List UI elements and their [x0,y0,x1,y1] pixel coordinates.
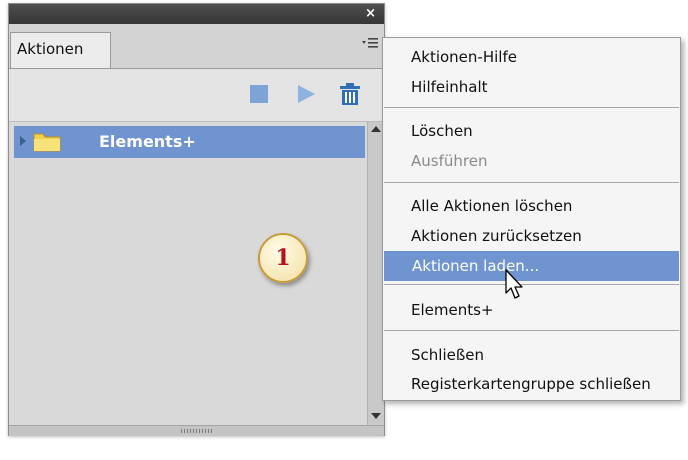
list-item-label: Elements+ [99,132,196,151]
resize-grip-icon[interactable] [181,429,213,433]
menu-item-elements-plus[interactable]: Elements+ [383,295,680,325]
menu-item-registerkartengruppe-schliessen[interactable]: Registerkartengruppe schließen [383,369,680,399]
panel-flyout-menu: Aktionen-Hilfe Hilfeinhalt Löschen Ausfü… [382,37,681,401]
panel-toolbar [9,69,384,122]
menu-item-schliessen[interactable]: Schließen [383,340,680,370]
folder-icon [33,133,61,152]
menu-separator [384,330,679,331]
mouse-cursor-icon [505,269,523,299]
tab-label: Aktionen [17,40,84,58]
tab-aktionen[interactable]: Aktionen [10,32,111,68]
menu-separator [384,284,679,285]
panel-tab-bar: Aktionen [9,24,384,69]
actions-list: Elements+ [9,122,367,425]
expand-arrow-icon[interactable] [20,136,26,146]
menu-item-alle-aktionen-loeschen[interactable]: Alle Aktionen löschen [383,191,680,221]
menu-separator [384,182,679,183]
trash-icon[interactable] [338,82,362,106]
panel-title-strip[interactable]: × [9,4,384,24]
close-icon[interactable]: × [365,6,376,22]
scroll-down-arrow-icon[interactable] [371,413,381,419]
menu-item-aktionen-laden[interactable]: Aktionen laden... [384,251,679,281]
menu-separator [384,107,679,108]
list-item[interactable]: Elements+ [14,126,365,158]
panel-menu-icon[interactable] [362,36,378,50]
menu-item-aktionen-hilfe[interactable]: Aktionen-Hilfe [383,42,680,72]
callout-badge: 1 [258,233,308,283]
menu-item-hilfeinhalt[interactable]: Hilfeinhalt [383,72,680,102]
menu-item-loeschen[interactable]: Löschen [383,116,680,146]
scroll-up-arrow-icon[interactable] [371,126,381,132]
menu-item-aktionen-zuruecksetzen[interactable]: Aktionen zurücksetzen [383,221,680,251]
menu-item-ausfuehren: Ausführen [411,152,488,170]
stop-icon[interactable] [247,82,271,106]
panel-resize-handle[interactable] [9,425,384,436]
play-icon[interactable] [294,82,318,106]
actions-panel: × Aktionen Elements+ [8,3,385,436]
